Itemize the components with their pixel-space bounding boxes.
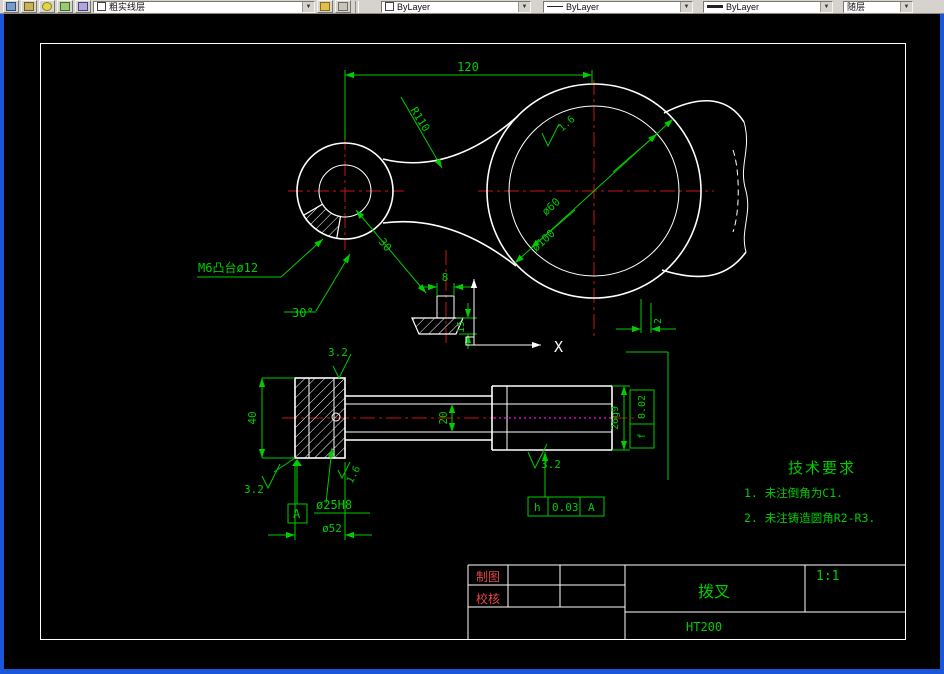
layer-states-icon[interactable] (21, 0, 37, 13)
plotstyle-combo[interactable]: 随层 ▼ (843, 0, 913, 13)
roughness-text[interactable]: 3.2 (541, 458, 561, 471)
linetype-sample (547, 6, 563, 7)
tolerance-symbol: h (534, 501, 541, 514)
chevron-down-icon[interactable]: ▼ (900, 1, 912, 12)
layer-combo-value: 粗实线层 (109, 1, 146, 12)
layer-on-off-icon[interactable] (39, 0, 55, 13)
dim-text-20[interactable]: 20 (437, 411, 450, 424)
dim-text-30deg[interactable]: 30° (292, 306, 314, 320)
dim-text-15[interactable]: 15 (456, 321, 467, 333)
part-name: 拨叉 (698, 582, 730, 601)
color-combo-value: ByLayer (397, 1, 431, 12)
checker-label: 校核 (476, 591, 500, 606)
layer-color-swatch (97, 2, 106, 11)
leader-text-m6[interactable]: M6凸台ø12 (198, 260, 258, 275)
dim-text-d52[interactable]: ø52 (322, 522, 342, 535)
maker-label: 制图 (476, 570, 500, 584)
roughness-text[interactable]: 3.2 (244, 483, 264, 496)
dim-text-26g9[interactable]: 26g9 (610, 406, 621, 430)
chevron-down-icon[interactable]: ▼ (820, 1, 832, 12)
layer-combo[interactable]: 粗实线层 ▼ (93, 0, 315, 13)
match-properties-icon[interactable] (317, 0, 333, 13)
dim-text-d25h8[interactable]: ø25H8 (316, 498, 352, 512)
tolerance-datum: A (588, 501, 595, 514)
roughness-text[interactable]: 3.2 (328, 346, 348, 359)
tolerance-value: 0.02 (637, 395, 648, 419)
layer-properties-icon[interactable] (3, 0, 19, 13)
drawing-scale: 1:1 (816, 569, 839, 584)
lineweight-combo[interactable]: ByLayer ▼ (703, 0, 833, 13)
toolbar-separator (355, 0, 359, 13)
model-space-background[interactable] (0, 14, 944, 674)
ucs-x-label: X (554, 338, 563, 356)
color-combo[interactable]: ByLayer ▼ (381, 0, 531, 13)
chevron-down-icon[interactable]: ▼ (518, 1, 530, 12)
tolerance-symbol: f (637, 433, 648, 439)
chevron-down-icon[interactable]: ▼ (680, 1, 692, 12)
linetype-combo[interactable]: ByLayer ▼ (543, 0, 693, 13)
layer-toolbar: 粗实线层 ▼ ByLayer ▼ ByLayer ▼ ByLayer ▼ 随层 … (0, 0, 944, 14)
chevron-down-icon[interactable]: ▼ (302, 1, 314, 12)
datum-text: A (293, 507, 301, 521)
dim-text-8[interactable]: 8 (442, 271, 449, 284)
dim-text-40[interactable]: 40 (246, 411, 259, 424)
dim-text-120[interactable]: 120 (457, 60, 479, 74)
window-border-left (0, 14, 4, 674)
tech-req-title: 技术要求 (788, 459, 856, 477)
tolerance-value: 0.03 (552, 501, 579, 514)
make-layer-current-icon[interactable] (57, 0, 73, 13)
lineweight-sample (707, 5, 723, 8)
dim-text-2[interactable]: 2 (653, 318, 664, 324)
plotstyle-combo-value: 随层 (847, 1, 866, 12)
lineweight-combo-value: ByLayer (726, 1, 760, 12)
tech-req-item: 2. 未注铸造圆角R2-R3. (744, 511, 875, 525)
window-border-right (940, 14, 944, 674)
material: HT200 (686, 620, 722, 634)
tech-req-item: 1. 未注倒角为C1. (744, 486, 843, 500)
drawing-viewport[interactable]: 制图 校核 拨叉 1:1 HT200 技术要求 1. 未注倒角为C1. 2. 未… (0, 14, 944, 674)
layer-previous-icon[interactable] (75, 0, 91, 13)
color-control-icon[interactable] (335, 0, 351, 13)
window-border-bottom (0, 669, 944, 674)
linetype-combo-value: ByLayer (566, 1, 600, 12)
current-color-swatch (385, 2, 394, 11)
